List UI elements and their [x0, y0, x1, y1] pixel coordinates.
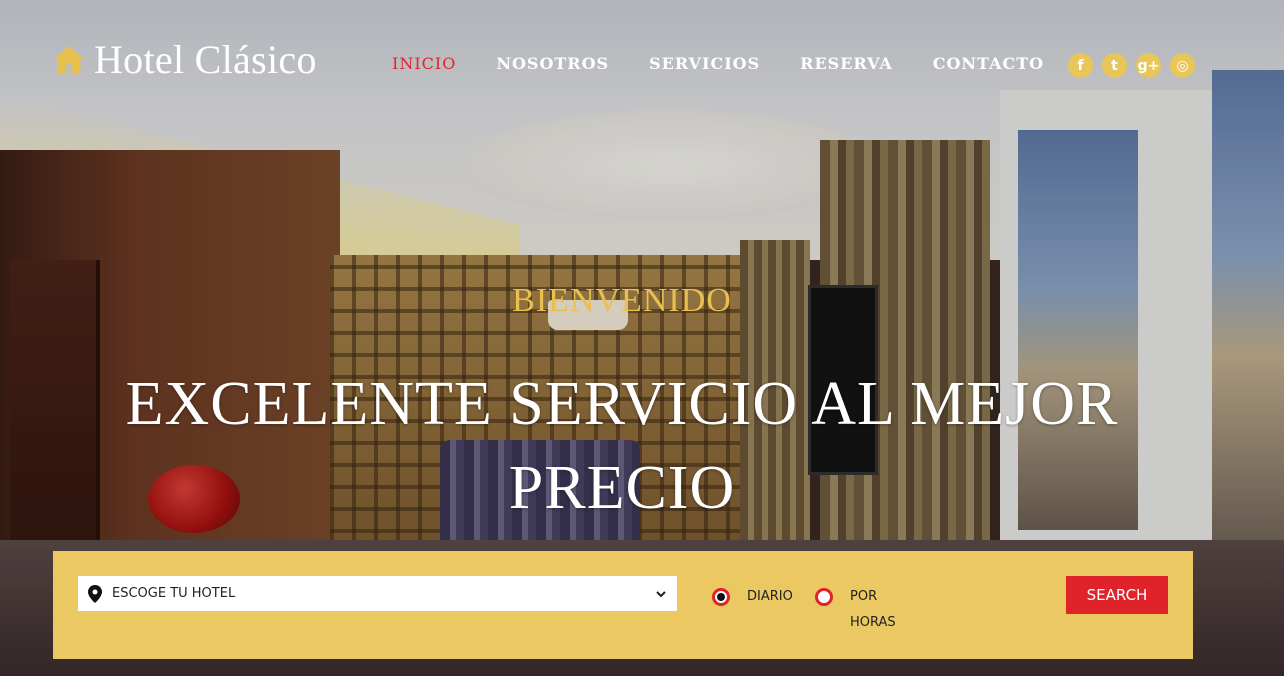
nav-item-inicio[interactable]: INICIO [392, 54, 456, 73]
radio-label: POR HORAS [850, 589, 896, 630]
radio-diario[interactable]: DIARIO [712, 588, 793, 610]
main-nav: INICIO NOSOTROS SERVICIOS RESERVA CONTAC… [392, 54, 1044, 73]
dribbble-icon[interactable]: ◎ [1170, 53, 1195, 78]
nav-item-contacto[interactable]: CONTACTO [933, 54, 1044, 73]
radio-selected-dot [717, 593, 725, 601]
nav-item-nosotros[interactable]: NOSOTROS [496, 54, 609, 73]
facebook-icon[interactable]: f [1068, 53, 1093, 78]
hero-headline: EXCELENTE SERVICIO AL MEJOR PRECIO [125, 370, 1119, 522]
google-plus-icon[interactable]: g+ [1136, 53, 1161, 78]
radio-label: DIARIO [747, 589, 793, 604]
social-links: f t g+ ◎ [1068, 53, 1195, 78]
site-logo[interactable]: Hotel Clásico [52, 36, 317, 83]
location-pin-icon [88, 584, 102, 603]
chevron-down-icon [656, 590, 666, 597]
radio-por-horas[interactable]: POR HORAS [815, 588, 910, 636]
home-icon [53, 45, 85, 74]
twitter-icon[interactable]: t [1102, 53, 1127, 78]
radio-button[interactable] [712, 588, 730, 606]
hotel-select-value: ESCOGE TU HOTEL [112, 586, 236, 601]
radio-button[interactable] [815, 588, 833, 606]
search-button[interactable]: SEARCH [1066, 576, 1168, 614]
nav-item-servicios[interactable]: SERVICIOS [649, 54, 760, 73]
site-title: Hotel Clásico [94, 37, 317, 82]
nav-item-reserva[interactable]: RESERVA [800, 54, 893, 73]
booking-bar: ESCOGE TU HOTEL DIARIO POR HORAS SEARCH [53, 551, 1193, 659]
hotel-select[interactable]: ESCOGE TU HOTEL [78, 576, 677, 611]
welcome-subtitle: BIENVENIDO [512, 282, 732, 319]
